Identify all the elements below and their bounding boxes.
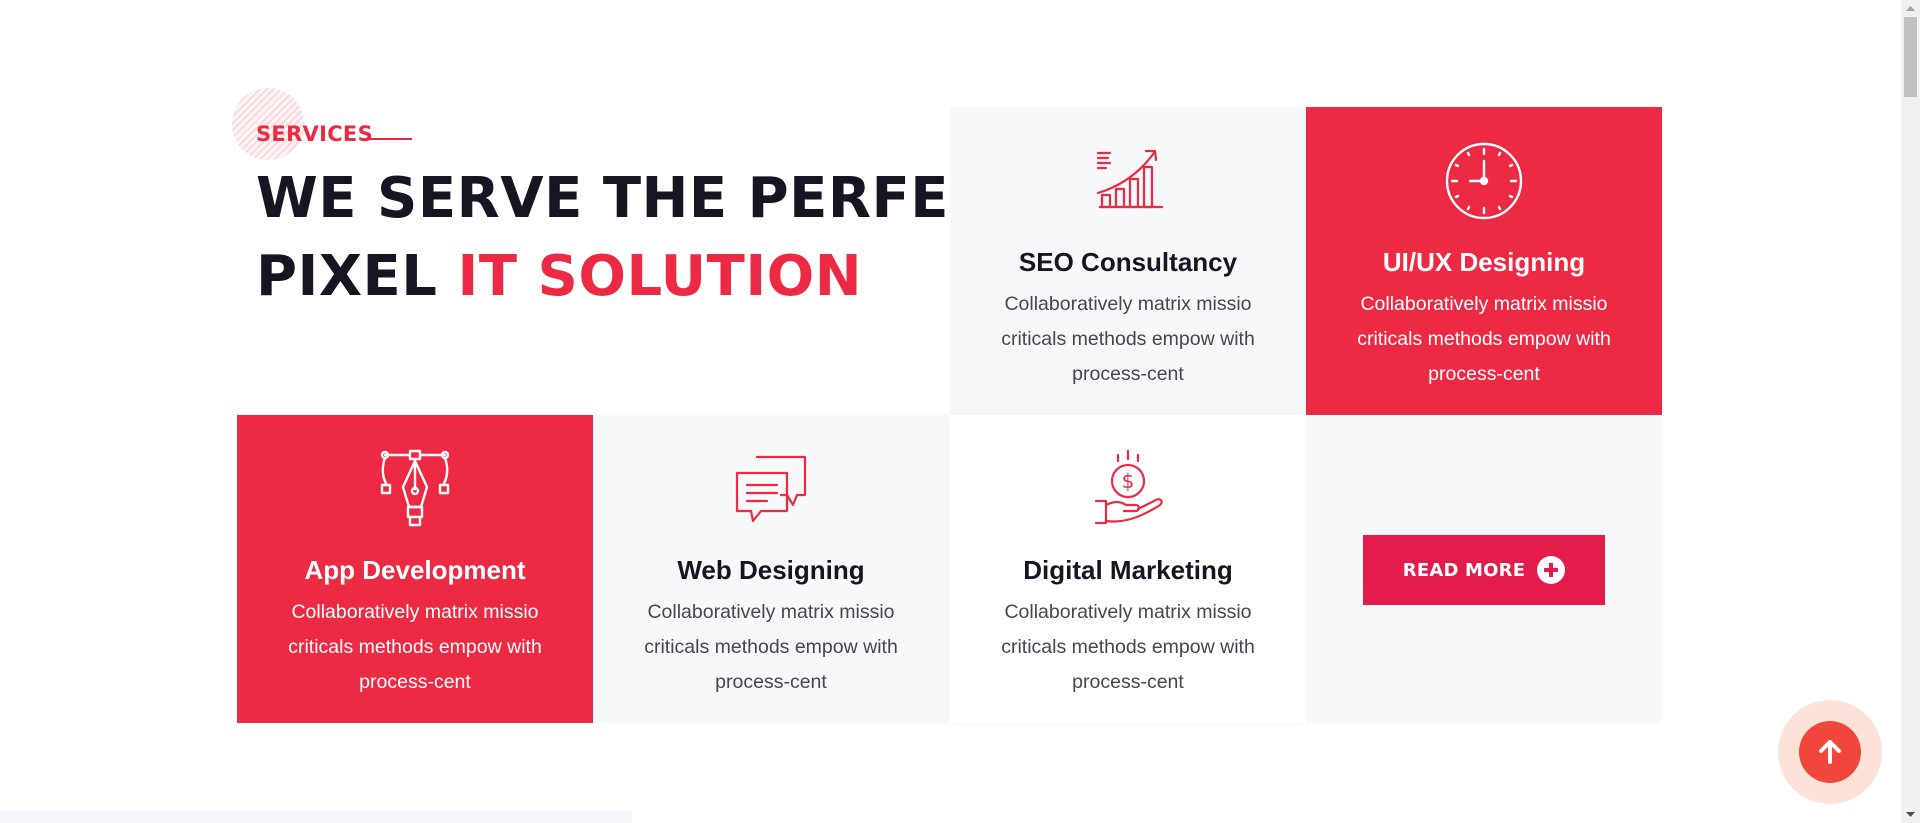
clock-icon [1444, 141, 1524, 221]
growth-chart-icon [1088, 141, 1168, 221]
subtitle-underline [362, 138, 412, 140]
service-description: Collaboratively matrix missio criticals … [644, 601, 898, 693]
service-card-uiux[interactable]: UI/UX Designing Collaboratively matrix m… [1306, 107, 1662, 415]
service-description: Collaboratively matrix missio criticals … [288, 601, 542, 693]
scrollbar-thumb[interactable] [1904, 17, 1917, 97]
section-title-line2: PIXEL IT SOLUTION [256, 238, 1029, 316]
services-section: SERVICES WE SERVE THE PERFECT PIXEL IT S… [0, 0, 1920, 823]
svg-text:$: $ [1122, 469, 1135, 493]
section-subtitle: SERVICES [256, 122, 373, 146]
section-title-accent: IT SOLUTION [457, 244, 863, 309]
section-title-prefix: PIXEL [256, 244, 458, 309]
back-to-top-halo [1778, 700, 1882, 804]
read-more-button[interactable]: READ MORE [1363, 535, 1605, 605]
read-more-cell: READ MORE [1306, 415, 1662, 723]
service-description: Collaboratively matrix missio criticals … [1357, 293, 1611, 385]
service-card-seo[interactable]: SEO Consultancy Collaboratively matrix m… [950, 107, 1306, 415]
service-description: Collaboratively matrix missio criticals … [1001, 293, 1255, 385]
read-more-label: READ MORE [1402, 559, 1526, 581]
service-title: SEO Consultancy [1018, 247, 1238, 277]
next-section-edge [0, 811, 632, 823]
vertical-scrollbar[interactable] [1901, 0, 1920, 823]
service-description: Collaboratively matrix missio criticals … [1001, 601, 1255, 693]
scroll-up-arrow-icon[interactable] [1901, 0, 1920, 17]
pen-tool-icon [375, 449, 455, 529]
service-card-web-designing[interactable]: Web Designing Collaboratively matrix mis… [593, 415, 949, 723]
scroll-down-arrow-icon[interactable] [1901, 806, 1920, 823]
arrow-up-icon [1819, 740, 1841, 764]
chat-bubbles-icon [731, 449, 811, 529]
service-title: Web Designing [677, 555, 865, 585]
section-title: WE SERVE THE PERFECT PIXEL IT SOLUTION [256, 160, 1029, 316]
money-hand-icon: $ [1088, 449, 1168, 529]
service-card-app-development[interactable]: App Development Collaboratively matrix m… [237, 415, 593, 723]
back-to-top-button[interactable] [1799, 721, 1861, 783]
service-title: Digital Marketing [1023, 555, 1233, 585]
service-card-digital-marketing[interactable]: $ Digital Marketing Collaboratively matr… [950, 415, 1306, 723]
section-title-line1: WE SERVE THE PERFECT [256, 166, 1030, 231]
service-title: UI/UX Designing [1382, 247, 1586, 277]
service-title: App Development [304, 555, 526, 585]
plus-circle-icon [1537, 556, 1566, 584]
